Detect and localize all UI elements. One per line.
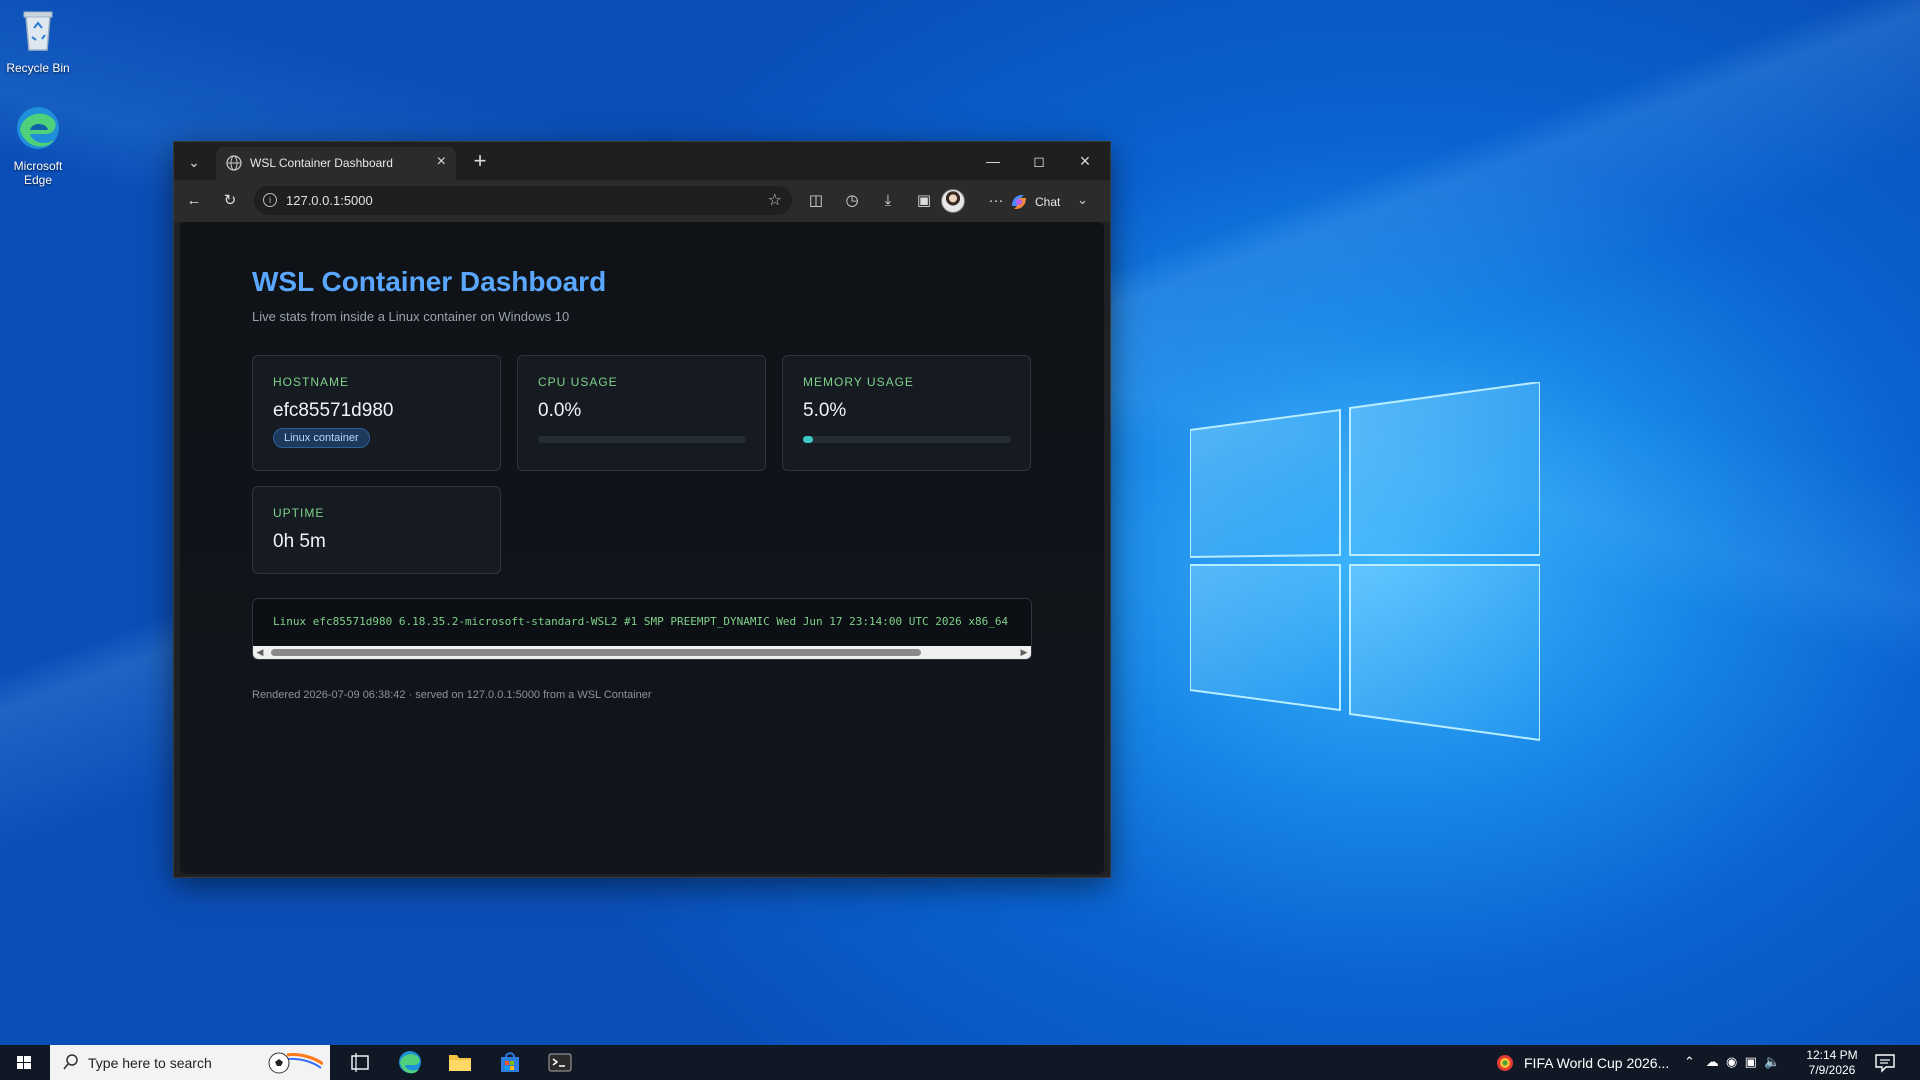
windows-logo-wallpaper (1190, 382, 1540, 742)
tab-actions-chevron-icon[interactable]: ⌄ (182, 150, 206, 174)
back-icon[interactable]: ← (180, 188, 208, 214)
taskbar-search-box[interactable]: Type here to search (50, 1045, 330, 1080)
volume-icon[interactable]: 🔈 (1764, 1054, 1780, 1069)
hostname-card: HOSTNAME efc85571d980 Linux container (252, 355, 501, 471)
task-view-icon[interactable] (336, 1045, 384, 1080)
terminal-icon[interactable] (536, 1045, 584, 1080)
split-screen-icon[interactable]: ◫ (802, 188, 830, 214)
show-hidden-icons-chevron-icon[interactable]: ⌃ (1684, 1054, 1695, 1069)
soccer-ball-icon (268, 1052, 323, 1074)
browser-window: ⌄ WSL Container Dashboard × + — ◻ × ← ↻ … (173, 141, 1111, 878)
memory-value: 5.0% (803, 400, 847, 421)
scroll-right-icon[interactable]: ▶ (1017, 646, 1031, 659)
clock-date: 7/9/2026 (1808, 1063, 1856, 1077)
chat-label: Chat (1035, 195, 1061, 209)
scrollbar-thumb[interactable] (271, 649, 921, 656)
close-tab-icon[interactable]: × (437, 153, 446, 171)
close-window-icon[interactable]: × (1062, 142, 1108, 180)
search-placeholder: Type here to search (88, 1055, 212, 1071)
favorite-star-icon[interactable]: ☆ (768, 190, 782, 210)
file-explorer-icon[interactable] (436, 1045, 484, 1080)
maximize-icon[interactable]: ◻ (1016, 142, 1062, 180)
screenshot-icon[interactable]: ▣ (910, 188, 938, 214)
horizontal-scrollbar[interactable]: ◀ ▶ (253, 646, 1031, 659)
cpu-progress-bar (538, 436, 746, 443)
history-icon[interactable]: ◷ (838, 188, 866, 214)
page-viewport: WSL Container Dashboard Live stats from … (180, 222, 1104, 874)
tab-wsl-dashboard[interactable]: WSL Container Dashboard × (216, 147, 456, 180)
desktop-icon-label: Microsoft Edge (13, 159, 63, 187)
new-tab-icon[interactable]: + (466, 148, 494, 176)
card-label: HOSTNAME (273, 375, 350, 389)
news-headline: FIFA World Cup 2026... (1524, 1055, 1670, 1071)
page-subtitle: Live stats from inside a Linux container… (252, 309, 570, 324)
clock-time: 12:14 PM (1806, 1048, 1858, 1062)
globe-icon (226, 155, 242, 171)
render-footer: Rendered 2026-07-09 06:38:42 · served on… (252, 689, 652, 701)
memory-card: MEMORY USAGE 5.0% (782, 355, 1031, 471)
card-label: UPTIME (273, 506, 325, 520)
hostname-value: efc85571d980 (273, 400, 394, 421)
copilot-icon (1012, 195, 1026, 209)
desktop-icon-label: Recycle Bin (6, 61, 70, 75)
notification-center-icon[interactable] (1874, 1053, 1896, 1073)
world-cup-icon (1497, 1055, 1513, 1071)
card-label: CPU USAGE (538, 375, 618, 389)
start-windows-icon[interactable] (0, 1045, 48, 1080)
uname-console: Linux efc85571d980 6.18.35.2-microsoft-s… (252, 598, 1032, 660)
desktop-icon-edge[interactable]: Microsoft Edge (0, 104, 78, 187)
tab-bar: ⌄ WSL Container Dashboard × + — ◻ × (174, 142, 1110, 180)
profile-avatar[interactable] (941, 189, 965, 213)
card-label: MEMORY USAGE (803, 375, 914, 389)
memory-progress-bar (803, 436, 1011, 443)
page-title: WSL Container Dashboard (252, 266, 607, 297)
recycle-bin-icon (23, 11, 53, 51)
cpu-card: CPU USAGE 0.0% (517, 355, 766, 471)
edge-icon (17, 107, 59, 149)
url-text: 127.0.0.1:5000 (286, 193, 373, 208)
network-icon[interactable]: ▣ (1745, 1054, 1757, 1069)
taskbar: Type here to search FIFA World Cup 2026.… (0, 1045, 1920, 1080)
memory-progress-fill (803, 436, 814, 443)
uptime-card: UPTIME 0h 5m (252, 486, 501, 574)
browser-toolbar: ← ↻ i 127.0.0.1:5000 ☆ ◫ ◷ ⤓ ▣ ··· (174, 180, 1110, 222)
store-icon[interactable] (486, 1045, 534, 1080)
container-badge: Linux container (273, 428, 370, 448)
cpu-value: 0.0% (538, 400, 582, 421)
network-status-icon[interactable]: ◉ (1726, 1054, 1737, 1069)
edge-taskbar-icon[interactable] (386, 1045, 434, 1080)
desktop-icon-recycle-bin[interactable]: Recycle Bin (0, 6, 78, 75)
site-info-icon[interactable]: i (263, 193, 277, 207)
uname-output: Linux efc85571d980 6.18.35.2-microsoft-s… (273, 615, 1009, 628)
address-bar[interactable]: i 127.0.0.1:5000 ☆ (254, 186, 792, 215)
minimize-icon[interactable]: — (970, 142, 1016, 180)
system-tray: ⌃ ☁ ◉ ▣ 🔈 (1684, 1054, 1780, 1070)
tab-title: WSL Container Dashboard (250, 156, 393, 170)
reload-icon[interactable]: ↻ (216, 188, 244, 214)
download-icon[interactable]: ⤓ (874, 188, 902, 214)
onedrive-icon[interactable]: ☁ (1706, 1054, 1719, 1069)
taskbar-clock[interactable]: 12:14 PM 7/9/2026 (1796, 1048, 1868, 1078)
uptime-value: 0h 5m (273, 531, 326, 552)
copilot-chat-button[interactable]: Chat ⌄ (1005, 188, 1100, 216)
scroll-left-icon[interactable]: ◀ (253, 646, 267, 659)
chevron-down-icon[interactable]: ⌄ (1077, 192, 1088, 208)
search-icon (63, 1054, 78, 1070)
